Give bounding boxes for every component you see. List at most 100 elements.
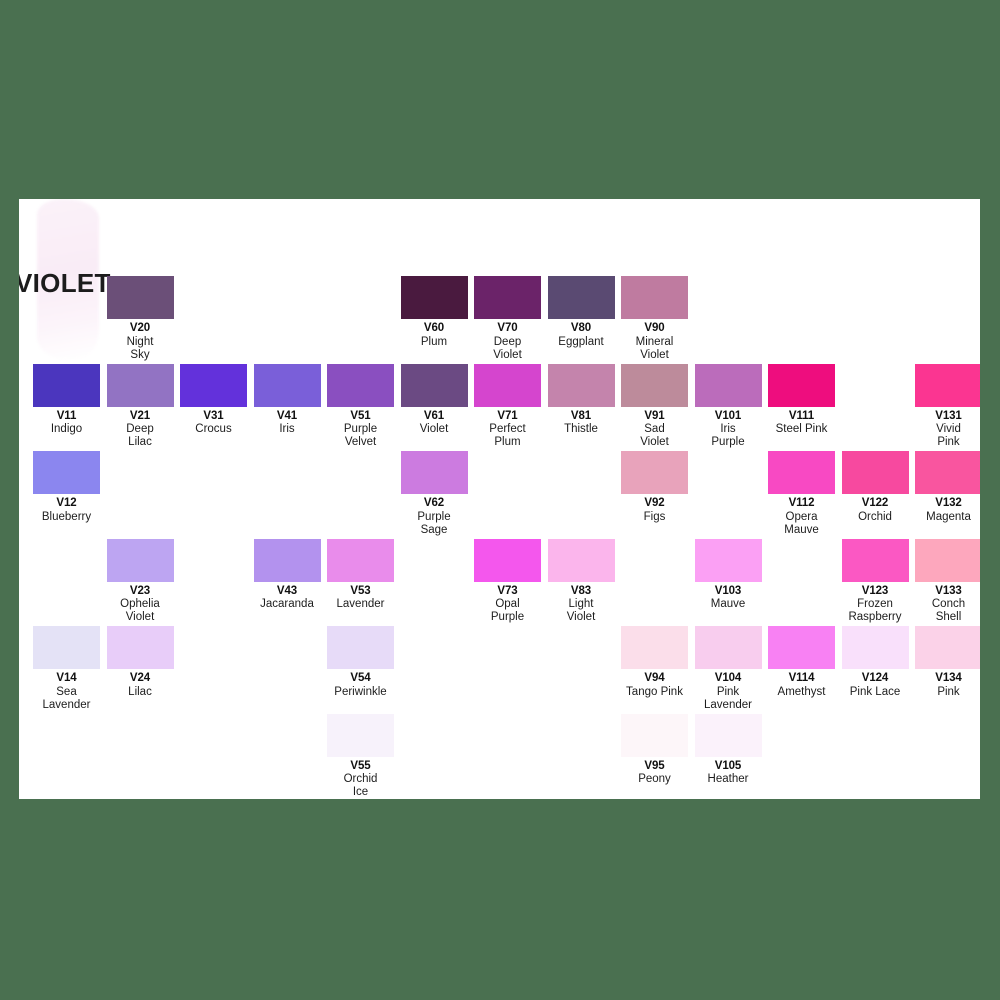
swatch-cell[interactable]: V122 Orchid	[841, 451, 909, 524]
swatch-chip[interactable]	[33, 626, 100, 669]
swatch-cell[interactable]: V114 Amethyst	[768, 626, 835, 699]
swatch-cell[interactable]: V104 Pink Lavender	[694, 626, 762, 712]
swatch-chip[interactable]	[106, 363, 174, 407]
swatch-chip[interactable]	[621, 626, 688, 669]
swatch-cell[interactable]: V94 Tango Pink	[621, 626, 688, 699]
swatch-chip[interactable]	[400, 363, 468, 407]
swatch-cell[interactable]: V51 Purple Velvet	[327, 363, 394, 450]
swatch-cell[interactable]: V14 Sea Lavender	[33, 626, 100, 712]
swatch-chip[interactable]	[768, 451, 835, 494]
swatch-name: Perfect Plum	[489, 423, 526, 448]
swatch-chip[interactable]	[474, 363, 541, 407]
swatch-chip[interactable]	[694, 363, 762, 407]
swatch-cell[interactable]: V70 Deep Violet	[474, 276, 541, 362]
swatch-chip[interactable]	[327, 363, 394, 407]
swatch-chip[interactable]	[621, 713, 688, 757]
swatch-cell[interactable]: V95 Peony	[621, 713, 688, 787]
swatch-cell[interactable]: V131 Vivid Pink	[915, 363, 980, 450]
swatch-cell[interactable]: V80 Eggplant	[547, 276, 615, 349]
swatch-cell[interactable]: V54 Periwinkle	[327, 626, 394, 699]
swatch-chip[interactable]	[621, 276, 688, 319]
swatch-code: V132	[935, 497, 962, 509]
swatch-cell[interactable]: V55 Orchid Ice	[327, 713, 394, 800]
swatch-cell[interactable]: V90 Mineral Violet	[621, 276, 688, 362]
swatch-code: V80	[570, 322, 592, 334]
swatch-cell[interactable]: V11 Indigo	[33, 363, 100, 437]
swatch-name: Indigo	[50, 423, 83, 435]
swatch-chip[interactable]	[400, 451, 468, 494]
swatch-chip[interactable]	[915, 538, 980, 582]
swatch-chip[interactable]	[106, 626, 174, 669]
swatch-cell[interactable]: V133 Conch Shell	[915, 538, 980, 625]
swatch-chip[interactable]	[621, 363, 688, 407]
swatch-cell[interactable]: V105 Heather	[694, 713, 762, 787]
swatch-chip[interactable]	[621, 451, 688, 494]
swatch-cell[interactable]: V73 Opal Purple	[474, 538, 541, 625]
swatch-chip[interactable]	[474, 276, 541, 319]
swatch-chip[interactable]	[327, 713, 394, 757]
swatch-cell[interactable]: V123 Frozen Raspberry	[841, 538, 909, 625]
swatch-chip[interactable]	[841, 451, 909, 494]
swatch-chip[interactable]	[547, 538, 615, 582]
color-chart-card: VIOLET V20 Night Sky V60 Plum V70 Deep Violet…	[19, 199, 980, 799]
swatch-code: V81	[570, 409, 592, 422]
swatch-cell[interactable]: V31 Crocus	[180, 363, 247, 437]
swatch-chip[interactable]	[768, 626, 835, 669]
swatch-cell[interactable]: V101 Iris Purple	[694, 363, 762, 450]
swatch-code: V114	[788, 672, 815, 684]
swatch-name: Lavender	[336, 598, 385, 610]
swatch-cell[interactable]: V62 Purple Sage	[400, 451, 468, 537]
swatch-cell[interactable]: V43 Jacaranda	[253, 538, 321, 612]
swatch-cell[interactable]: V41 Iris	[253, 363, 321, 437]
swatch-chip[interactable]	[841, 626, 909, 669]
swatch-cell[interactable]: V103 Mauve	[694, 538, 762, 612]
swatch-cell[interactable]: V132 Magenta	[915, 451, 980, 524]
swatch-chip[interactable]	[253, 363, 321, 407]
swatch-chip[interactable]	[547, 363, 615, 407]
swatch-cell[interactable]: V81 Thistle	[547, 363, 615, 437]
swatch-chip[interactable]	[180, 363, 247, 407]
swatch-chip[interactable]	[33, 451, 100, 494]
swatch-name: Pink Lace	[849, 685, 901, 698]
swatch-code: V111	[788, 409, 815, 422]
swatch-cell[interactable]: V92 Figs	[621, 451, 688, 524]
swatch-cell[interactable]: V83 Light Violet	[547, 538, 615, 625]
swatch-name: Eggplant	[558, 335, 604, 348]
swatch-cell[interactable]: V61 Violet	[400, 363, 468, 437]
swatch-cell[interactable]: V112 Opera Mauve	[768, 451, 835, 537]
swatch-cell[interactable]: V60 Plum	[400, 276, 468, 349]
swatch-chip[interactable]	[547, 276, 615, 319]
swatch-chip[interactable]	[841, 538, 909, 582]
swatch-cell[interactable]: V71 Perfect Plum	[474, 363, 541, 450]
swatch-chip[interactable]	[106, 276, 174, 319]
swatch-cell[interactable]: V53 Lavender	[327, 538, 394, 612]
swatch-cell[interactable]: V124 Pink Lace	[841, 626, 909, 699]
swatch-chip[interactable]	[253, 538, 321, 582]
swatch-chip[interactable]	[474, 538, 541, 582]
swatch-chip[interactable]	[915, 626, 980, 669]
swatch-chip[interactable]	[400, 276, 468, 319]
swatch-cell[interactable]: V23 Ophelia Violet	[106, 538, 174, 625]
swatch-code: V43	[276, 584, 298, 597]
swatch-chip[interactable]	[915, 451, 980, 494]
swatch-chip[interactable]	[33, 363, 100, 407]
swatch-code: V95	[644, 759, 665, 772]
swatch-chip[interactable]	[768, 363, 835, 407]
swatch-cell[interactable]: V91 Sad Violet	[621, 363, 688, 450]
swatch-cell[interactable]: V12 Blueberry	[33, 451, 100, 524]
swatch-code: V12	[56, 497, 77, 509]
swatch-cell[interactable]: V111 Steel Pink	[768, 363, 835, 437]
swatch-chip[interactable]	[694, 626, 762, 669]
swatch-chip[interactable]	[694, 538, 762, 582]
swatch-cell[interactable]: V134 Pink	[915, 626, 980, 699]
swatch-chip[interactable]	[327, 626, 394, 669]
swatch-name: Ophelia Violet	[120, 598, 160, 623]
swatch-chip[interactable]	[106, 538, 174, 582]
swatch-chip[interactable]	[327, 538, 394, 582]
swatch-cell[interactable]: V20 Night Sky	[106, 276, 174, 362]
swatch-chip[interactable]	[694, 713, 762, 757]
swatch-cell[interactable]: V21 Deep Lilac	[106, 363, 174, 450]
swatch-chip[interactable]	[915, 363, 980, 407]
swatch-code: V94	[644, 672, 665, 684]
swatch-cell[interactable]: V24 Lilac	[106, 626, 174, 699]
